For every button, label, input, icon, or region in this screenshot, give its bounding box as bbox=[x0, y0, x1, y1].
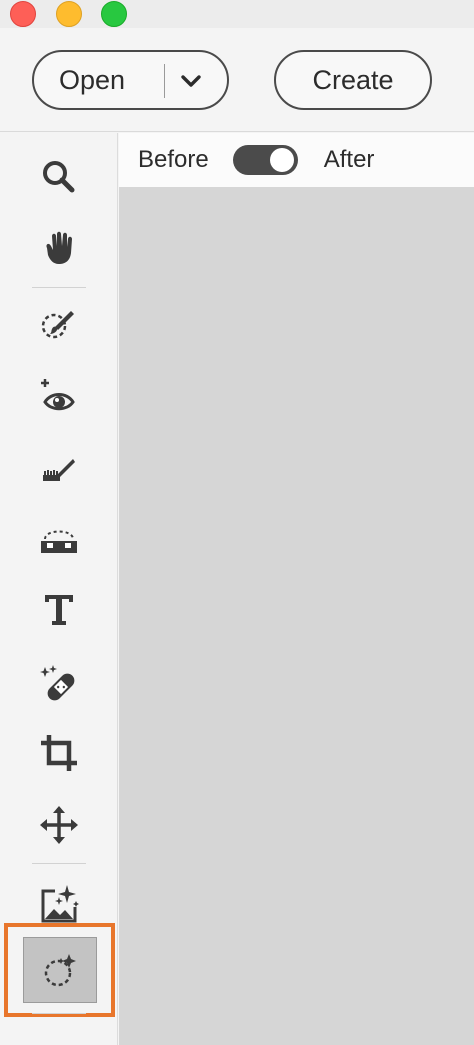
straighten-tool[interactable] bbox=[24, 509, 94, 569]
magnifier-icon bbox=[43, 161, 75, 193]
image-sparkle-icon bbox=[41, 885, 79, 923]
move-tool[interactable] bbox=[24, 795, 94, 855]
crop-tool[interactable] bbox=[24, 723, 94, 783]
toolbar-separator bbox=[32, 287, 86, 288]
whiten-teeth-tool[interactable] bbox=[24, 439, 94, 499]
spot-healing-tool[interactable] bbox=[24, 653, 94, 713]
open-button-group: Open bbox=[32, 50, 229, 110]
window-minimize-button[interactable] bbox=[56, 1, 82, 27]
text-tool[interactable] bbox=[24, 579, 94, 639]
zoom-tool[interactable] bbox=[24, 147, 94, 207]
open-divider bbox=[164, 64, 165, 98]
window-maximize-button[interactable] bbox=[101, 1, 127, 27]
open-dropdown-button[interactable] bbox=[178, 69, 204, 93]
move-arrows-icon bbox=[40, 806, 78, 844]
toggle-knob bbox=[269, 148, 294, 172]
top-bar: Open Create bbox=[0, 28, 474, 132]
before-after-toggle[interactable] bbox=[232, 145, 298, 175]
tools-panel bbox=[0, 133, 118, 1045]
image-canvas[interactable] bbox=[119, 187, 474, 1045]
create-button[interactable]: Create bbox=[274, 50, 432, 110]
window-titlebar bbox=[0, 0, 474, 28]
chevron-down-icon bbox=[181, 75, 201, 87]
straighten-icon bbox=[41, 530, 77, 553]
auto-selection-tool[interactable] bbox=[4, 923, 115, 1017]
toolbar-separator bbox=[32, 1013, 86, 1014]
after-label: After bbox=[323, 146, 375, 173]
text-icon bbox=[45, 595, 73, 625]
toolbar-separator bbox=[32, 863, 86, 864]
eye-plus-icon bbox=[41, 379, 75, 411]
crop-icon bbox=[41, 735, 77, 771]
red-eye-tool[interactable] bbox=[24, 366, 94, 426]
hand-tool[interactable] bbox=[24, 218, 94, 278]
open-button[interactable]: Open bbox=[59, 65, 125, 96]
toothbrush-icon bbox=[43, 459, 75, 481]
selection-brush-icon bbox=[41, 311, 74, 339]
before-after-bar: Before After bbox=[119, 133, 474, 187]
dashed-circle-sparkle-icon bbox=[44, 954, 76, 987]
hand-icon bbox=[46, 231, 72, 264]
before-label: Before bbox=[138, 146, 209, 173]
bandage-icon bbox=[40, 665, 75, 701]
window-close-button[interactable] bbox=[10, 1, 36, 27]
quick-selection-tool[interactable] bbox=[24, 293, 94, 353]
auto-selection-tool-active bbox=[22, 937, 97, 1003]
